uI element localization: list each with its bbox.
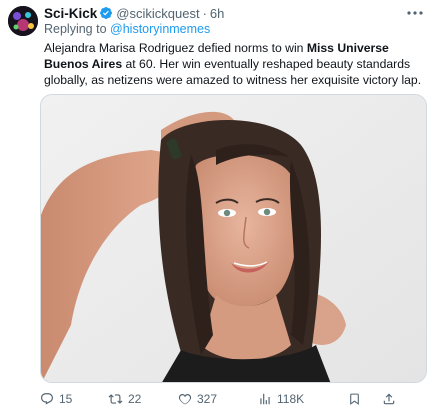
bookmark-icon: [348, 392, 361, 406]
action-bar: 15 22 327 118K: [40, 390, 430, 408]
share-action[interactable]: [382, 392, 402, 406]
views-count: 118K: [277, 392, 305, 406]
tweet-header: Sci-Kick @scikickquest · 6h: [44, 4, 404, 22]
reply-count: 15: [59, 392, 73, 406]
like-count: 327: [197, 392, 218, 406]
heart-icon: [178, 392, 192, 406]
retweet-icon: [108, 392, 123, 406]
author-name[interactable]: Sci-Kick: [44, 6, 97, 21]
header-separator: ·: [202, 5, 207, 21]
replying-to: Replying to @historyinmemes: [44, 22, 210, 36]
bookmark-action[interactable]: [348, 392, 382, 406]
tweet-text-part1: Alejandra Marisa Rodriguez defied norms …: [44, 41, 307, 55]
timestamp[interactable]: 6h: [210, 6, 224, 21]
tweet-photo[interactable]: [40, 94, 427, 383]
reply-icon: [40, 392, 54, 406]
views-bar-icon: [258, 392, 272, 406]
retweet-action[interactable]: 22: [108, 392, 178, 406]
like-action[interactable]: 327: [178, 392, 258, 406]
verified-badge-icon: [99, 6, 113, 20]
retweet-count: 22: [128, 392, 142, 406]
share-icon: [382, 392, 396, 406]
avatar[interactable]: [8, 6, 38, 36]
replying-prefix: Replying to: [44, 22, 107, 36]
tweet-text: Alejandra Marisa Rodriguez defied norms …: [44, 40, 426, 88]
author-handle[interactable]: @scikickquest: [116, 6, 199, 21]
views-action[interactable]: 118K: [258, 392, 348, 406]
reply-mention-link[interactable]: @historyinmemes: [110, 22, 210, 36]
reply-action[interactable]: 15: [40, 392, 108, 406]
more-dots-icon[interactable]: [406, 6, 424, 20]
